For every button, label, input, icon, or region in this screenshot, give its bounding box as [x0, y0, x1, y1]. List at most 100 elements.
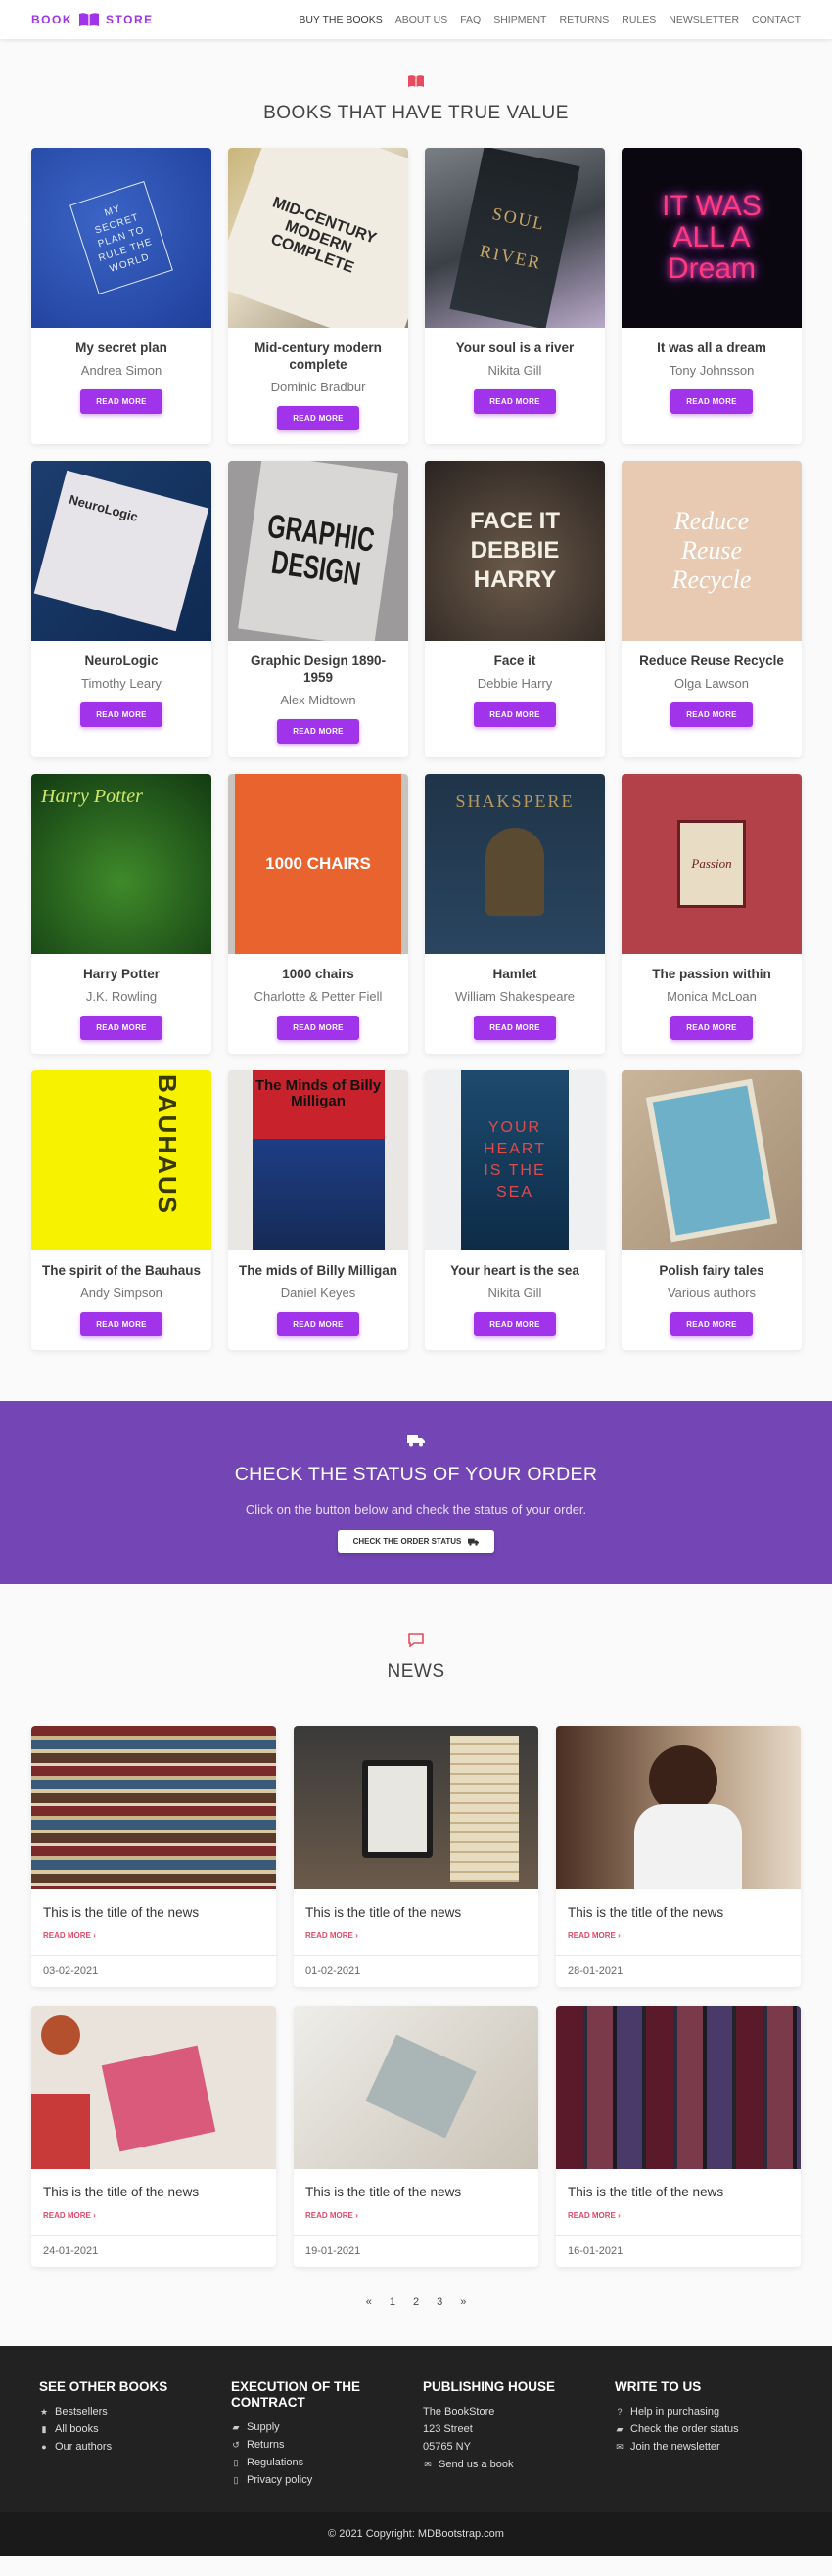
book-cover[interactable]: Passion [622, 774, 802, 954]
book-author: Monica McLoan [667, 989, 757, 1004]
read-more-label: READ MORE [568, 2211, 616, 2220]
book-cover[interactable]: MID-CENTURY MODERN COMPLETE [228, 148, 408, 328]
read-more-button[interactable]: READ MORE [474, 389, 556, 414]
book-cover[interactable]: Reduce Reuse Recycle [622, 461, 802, 641]
news-date: 16-01-2021 [556, 2235, 801, 2267]
read-more-button[interactable]: READ MORE [80, 1016, 162, 1040]
news-read-more-link[interactable]: READ MORE › [568, 1931, 621, 1940]
address-text: 123 Street [423, 2423, 473, 2435]
truck-icon: ▰ [232, 2422, 240, 2432]
news-card: This is the title of the news READ MORE … [294, 2006, 538, 2267]
nav-contact[interactable]: CONTACT [752, 14, 801, 25]
book-cover[interactable]: Harry Potter [31, 774, 211, 954]
read-more-button[interactable]: READ MORE [277, 1016, 359, 1040]
pagination-page-2[interactable]: 2 [413, 2296, 419, 2308]
news-image[interactable] [294, 2006, 538, 2169]
check-order-status-label: CHECK THE ORDER STATUS [352, 1537, 462, 1546]
nav-shipment[interactable]: SHIPMENT [493, 14, 546, 25]
brand-logo[interactable]: BOOK STORE [31, 12, 154, 27]
book-title: 1000 chairs [282, 967, 354, 981]
read-more-button[interactable]: READ MORE [670, 702, 753, 727]
book-cover[interactable]: BAUHAUS [31, 1070, 211, 1250]
footer-link[interactable]: ? Help in purchasing [615, 2403, 807, 2420]
footer-link[interactable]: ▮ All books [39, 2420, 231, 2438]
read-more-button[interactable]: READ MORE [670, 1312, 753, 1336]
book-cover[interactable]: The Minds of Billy Milligan [228, 1070, 408, 1250]
book-cover[interactable]: MY SECRET PLAN TO RULE THE WORLD [31, 148, 211, 328]
news-read-more-link[interactable]: READ MORE › [568, 2211, 621, 2220]
read-more-button[interactable]: READ MORE [277, 406, 359, 430]
read-more-button[interactable]: READ MORE [80, 1312, 162, 1336]
read-more-button[interactable]: READ MORE [474, 1312, 556, 1336]
footer-link[interactable]: ▰ Supply [231, 2418, 423, 2436]
book-card: NeuroLogic NeuroLogic Timothy Leary READ… [31, 461, 211, 757]
book-author: Tony Johnsson [669, 363, 755, 378]
footer-link[interactable]: ▰ Check the order status [615, 2420, 807, 2438]
book-title: Face it [493, 654, 536, 668]
book-cover[interactable]: NeuroLogic [31, 461, 211, 641]
news-read-more-link[interactable]: READ MORE › [305, 1931, 358, 1940]
book-card: MID-CENTURY MODERN COMPLETE Mid-century … [228, 148, 408, 444]
check-order-status-button[interactable]: CHECK THE ORDER STATUS [337, 1530, 495, 1553]
pagination-page-3[interactable]: 3 [437, 2296, 442, 2308]
book-card: Passion The passion within Monica McLoan… [622, 774, 802, 1054]
book-cover[interactable]: YOUR HEART IS THE SEA [425, 1070, 605, 1250]
read-more-button[interactable]: READ MORE [80, 702, 162, 727]
nav-rules[interactable]: RULES [622, 14, 656, 25]
news-image[interactable] [294, 1726, 538, 1889]
footer-link[interactable]: ▯ Privacy policy [231, 2471, 423, 2489]
book-author: Olga Lawson [674, 676, 749, 691]
news-read-more-link[interactable]: READ MORE › [305, 2211, 358, 2220]
footer-link-label: Send us a book [439, 2459, 514, 2470]
read-more-button[interactable]: READ MORE [277, 719, 359, 744]
book-cover[interactable]: 1000 CHAIRS [228, 774, 408, 954]
book-card: 1000 CHAIRS 1000 chairs Charlotte & Pett… [228, 774, 408, 1054]
footer-link-label: Check the order status [630, 2423, 739, 2435]
chevron-right-icon: › [355, 2211, 358, 2220]
nav-newsletter[interactable]: NEWSLETTER [669, 14, 739, 25]
news-image[interactable] [556, 2006, 801, 2169]
pagination-page-1[interactable]: 1 [390, 2296, 395, 2308]
truck-icon [468, 1538, 480, 1546]
book-cover[interactable] [622, 1070, 802, 1250]
nav-buy-the-books[interactable]: BUY THE BOOKS [299, 14, 382, 25]
book-cover[interactable]: FACE IT DEBBIE HARRY [425, 461, 605, 641]
read-more-button[interactable]: READ MORE [474, 1016, 556, 1040]
read-more-button[interactable]: READ MORE [670, 389, 753, 414]
book-cover[interactable]: SHAKSPERE [425, 774, 605, 954]
book-cover[interactable]: SOUL RIVER [425, 148, 605, 328]
return-icon: ↺ [232, 2440, 240, 2450]
nav-returns[interactable]: RETURNS [559, 14, 609, 25]
book-card: YOUR HEART IS THE SEA Your heart is the … [425, 1070, 605, 1350]
news-read-more-link[interactable]: READ MORE › [43, 1931, 96, 1940]
read-more-button[interactable]: READ MORE [670, 1016, 753, 1040]
footer-link[interactable]: ✉ Send us a book [423, 2456, 615, 2473]
news-image[interactable] [31, 2006, 276, 2169]
news-image[interactable] [556, 1726, 801, 1889]
pagination-next[interactable]: » [460, 2296, 466, 2308]
news-image[interactable] [31, 1726, 276, 1889]
footer-link[interactable]: ★ Bestsellers [39, 2403, 231, 2420]
read-more-button[interactable]: READ MORE [80, 389, 162, 414]
main-menu: BUY THE BOOKS ABOUT US FAQ SHIPMENT RETU… [299, 14, 801, 25]
footer-link[interactable]: ↺ Returns [231, 2436, 423, 2454]
footer-link[interactable]: ✉ Join the newsletter [615, 2438, 807, 2456]
book-cover[interactable]: IT WAS ALL A Dream [622, 148, 802, 328]
book-cover[interactable]: GRAPHIC DESIGN [228, 461, 408, 641]
nav-about-us[interactable]: ABOUT US [395, 14, 447, 25]
nav-faq[interactable]: FAQ [460, 14, 481, 25]
news-card: This is the title of the news READ MORE … [556, 1726, 801, 1987]
footer-link[interactable]: ▯ Regulations [231, 2454, 423, 2471]
file-icon: ▯ [233, 2475, 239, 2485]
users-icon: ● [41, 2442, 47, 2452]
news-read-more-link[interactable]: READ MORE › [43, 2211, 96, 2220]
cover-text: NeuroLogic [67, 491, 140, 524]
news-date: 28-01-2021 [556, 1955, 801, 1987]
news-title: This is the title of the news [43, 2185, 200, 2199]
footer-link[interactable]: ● Our authors [39, 2438, 231, 2456]
read-more-button[interactable]: READ MORE [277, 1312, 359, 1336]
footer-link-label: Help in purchasing [630, 2406, 720, 2418]
read-more-button[interactable]: READ MORE [474, 702, 556, 727]
pagination-previous[interactable]: « [366, 2296, 372, 2308]
read-more-label: READ MORE [568, 1931, 616, 1940]
